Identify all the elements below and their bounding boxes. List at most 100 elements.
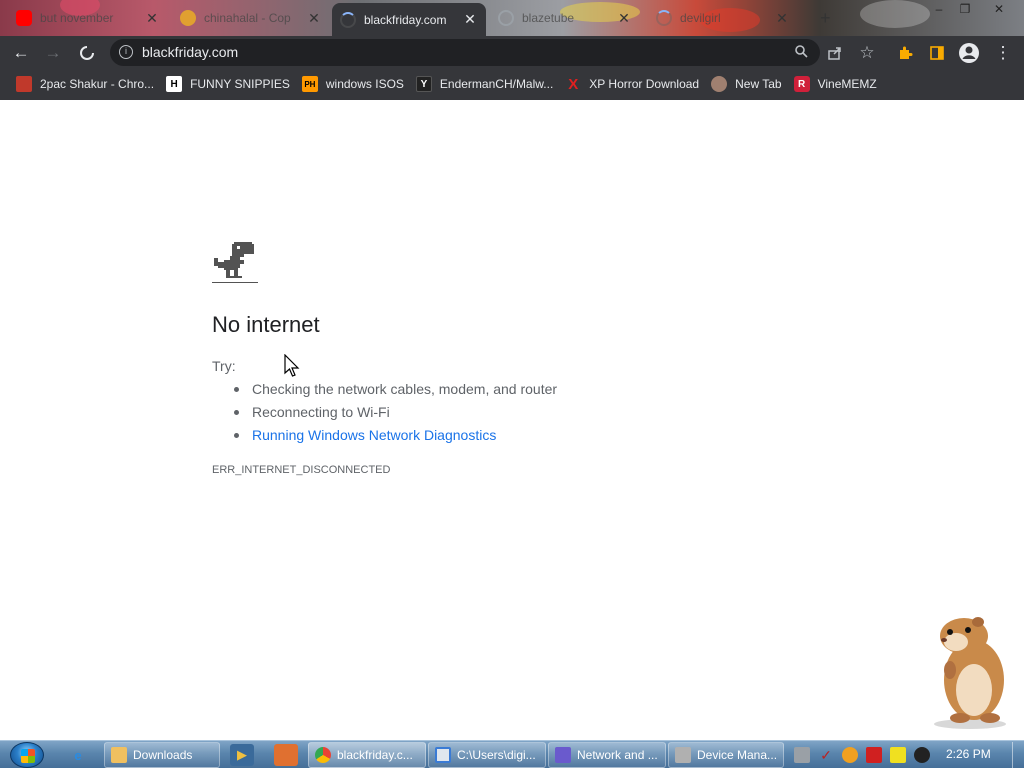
device-manager-icon (675, 747, 691, 763)
show-desktop-button[interactable] (1012, 742, 1024, 768)
taskbar-button-label: blackfriday.c... (337, 748, 413, 762)
profile-icon[interactable] (956, 40, 982, 66)
globe-icon (498, 10, 514, 26)
folder-icon (111, 747, 127, 763)
restore-button[interactable]: ❐ (948, 0, 982, 18)
page-content: No internet Try: Checking the network ca… (0, 100, 1024, 740)
bookmark-label: FUNNY SNIPPIES (190, 77, 290, 91)
bookmark-label: New Tab (735, 77, 782, 91)
search-icon[interactable] (842, 747, 858, 763)
suggestions-list: Checking the network cables, modem, and … (233, 378, 557, 447)
taskbar-button-downloads[interactable]: Downloads (104, 742, 220, 768)
bookmark-star-icon[interactable]: ☆ (854, 40, 880, 66)
bookmark-vinememz[interactable]: R VineMEMZ (792, 71, 885, 97)
back-button[interactable]: ← (8, 40, 34, 66)
mouse-cursor-icon (284, 354, 300, 377)
tab-strip: but november ✕ chinahalal - Cop ✕ blackf… (0, 0, 1024, 36)
tab-youtube[interactable]: but november ✕ (8, 3, 168, 33)
clock[interactable]: 2:26 PM (946, 747, 991, 761)
bookmark-2pac[interactable]: 2pac Shakur - Chro... (14, 71, 162, 97)
windows-taskbar: e Downloads ▶ blackfriday.c... C:\Users\… (0, 740, 1024, 768)
close-icon[interactable]: ✕ (462, 11, 478, 28)
address-bar[interactable]: i blackfriday.com (110, 39, 820, 66)
taskbar-button-chrome[interactable]: blackfriday.c... (308, 742, 426, 768)
stop-loading-button[interactable] (74, 40, 100, 66)
menu-icon[interactable]: ⋮ (990, 40, 1016, 66)
globe-icon (711, 76, 728, 92)
bookmark-label: EndermanCH/Malw... (439, 77, 554, 91)
h-letter-icon: H (166, 76, 183, 92)
loading-spinner-icon (340, 11, 356, 28)
bookmark-label: VineMEMZ (817, 77, 877, 91)
x-letter-icon: X (568, 75, 579, 93)
browser-toolbar: ← → i blackfriday.com ☆ ⋮ (0, 36, 1024, 68)
taskbar-button-label: Downloads (133, 748, 193, 762)
list-item: Checking the network cables, modem, and … (233, 378, 557, 401)
share-icon[interactable] (822, 40, 848, 66)
tray-app-icon[interactable] (794, 747, 810, 763)
bookmark-funny-snippies[interactable]: H FUNNY SNIPPIES (164, 71, 298, 97)
tab-devilgirl[interactable]: devilgirl ✕ (648, 3, 798, 33)
dancing-hamster-icon (934, 617, 1006, 729)
ph-icon: PH (301, 76, 318, 92)
tab-blackfriday[interactable]: blackfriday.com ✕ (332, 3, 486, 36)
taskbar-button-network[interactable]: Network and ... (548, 742, 666, 768)
taskbar-button-device-manager[interactable]: Device Mana... (668, 742, 784, 768)
site-info-icon[interactable]: i (119, 45, 133, 59)
app-icon[interactable] (274, 744, 298, 766)
tab-title: chinahalal - Cop (204, 11, 291, 25)
network-diagnostics-link[interactable]: Running Windows Network Diagnostics (233, 424, 557, 447)
bookmark-label: windows ISOS (325, 77, 404, 91)
tab-blazetube[interactable]: blazetube ✕ (490, 3, 640, 33)
start-button[interactable] (10, 742, 44, 768)
battery-icon[interactable] (890, 747, 906, 763)
bookmark-label: XP Horror Download (589, 77, 700, 91)
youtube-icon (16, 10, 32, 26)
chrome-icon (315, 747, 331, 763)
close-icon[interactable]: ✕ (144, 10, 160, 27)
bookmark-xp-horror[interactable]: X XP Horror Download (563, 71, 707, 97)
try-label: Try: (212, 358, 236, 374)
error-code: ERR_INTERNET_DISCONNECTED (212, 464, 391, 476)
r-letter-icon: R (793, 76, 810, 92)
taskbar-button-cmd[interactable]: C:\Users\digi... (428, 742, 546, 768)
url-text[interactable]: blackfriday.com (142, 44, 238, 60)
close-window-button[interactable]: ✕ (982, 0, 1016, 18)
search-icon[interactable] (790, 42, 812, 64)
network-icon (555, 747, 571, 763)
new-tab-button[interactable]: + (812, 3, 842, 33)
tab-title: devilgirl (680, 11, 721, 25)
volume-icon[interactable] (914, 747, 930, 763)
checkmark-icon[interactable]: ✓ (818, 747, 834, 763)
media-player-icon[interactable]: ▶ (230, 744, 254, 766)
windows-logo-icon (21, 749, 35, 763)
side-panel-icon[interactable] (924, 40, 950, 66)
bookmark-windows-isos[interactable]: PH windows ISOS (300, 71, 412, 97)
tab-chinahalal[interactable]: chinahalal - Cop ✕ (172, 3, 330, 33)
close-icon[interactable]: ✕ (306, 10, 322, 27)
bookmark-new-tab[interactable]: New Tab (709, 71, 789, 97)
tab-title: blazetube (522, 11, 575, 25)
youtube-icon: Y (415, 76, 432, 92)
loading-spinner-icon (656, 10, 672, 26)
extensions-icon[interactable] (892, 40, 918, 66)
background-decoration (860, 0, 930, 28)
taskbar-button-label: Device Mana... (697, 748, 778, 762)
loading-spinner-icon (80, 46, 94, 60)
forward-button[interactable]: → (40, 40, 66, 66)
bookmark-label: 2pac Shakur - Chro... (40, 77, 155, 91)
bookmarks-bar: 2pac Shakur - Chro... H FUNNY SNIPPIES P… (0, 68, 1024, 100)
close-icon[interactable]: ✕ (616, 10, 632, 27)
site-favicon-icon (180, 10, 196, 26)
image-icon (16, 76, 32, 92)
internet-explorer-icon[interactable]: e (66, 744, 90, 766)
bookmark-endermanch[interactable]: Y EndermanCH/Malw... (414, 71, 561, 97)
taskbar-button-label: Network and ... (577, 748, 658, 762)
close-icon[interactable]: ✕ (774, 10, 790, 27)
flag-icon[interactable] (866, 747, 882, 763)
list-item: Reconnecting to Wi-Fi (233, 401, 557, 424)
taskbar-button-label: C:\Users\digi... (457, 748, 536, 762)
dinosaur-icon (212, 242, 258, 283)
page-title: No internet (212, 312, 320, 337)
tab-title: but november (40, 11, 114, 25)
